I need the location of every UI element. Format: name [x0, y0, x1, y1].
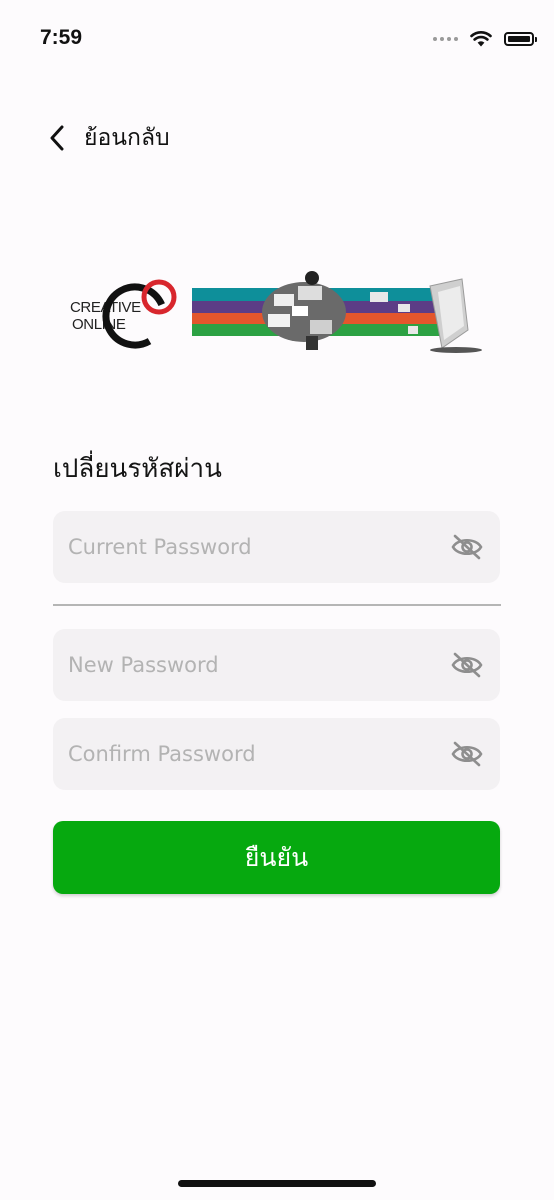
banner-image: CREATIVE ONLINE — [68, 270, 488, 362]
brand-logo-icon — [102, 279, 177, 349]
status-time: 7:59 — [40, 26, 83, 49]
confirm-password-input[interactable] — [68, 742, 450, 766]
eye-off-icon[interactable] — [450, 532, 484, 562]
confirm-button[interactable]: ยืนยัน — [53, 821, 500, 894]
banner-illustration — [192, 271, 482, 353]
new-password-field — [53, 629, 500, 701]
divider — [53, 604, 501, 606]
status-icons — [433, 30, 537, 47]
current-password-input[interactable] — [68, 535, 450, 559]
new-password-input[interactable] — [68, 653, 450, 677]
current-password-field — [53, 511, 500, 583]
chevron-left-icon — [50, 125, 64, 151]
back-label: ย้อนกลับ — [84, 125, 170, 151]
page-title: เปลี่ยนรหัสผ่าน — [53, 454, 222, 484]
eye-off-icon[interactable] — [450, 739, 484, 769]
battery-icon — [504, 31, 537, 46]
cellular-signal-icon — [433, 36, 458, 41]
home-indicator[interactable] — [178, 1180, 376, 1187]
eye-off-icon[interactable] — [450, 650, 484, 680]
status-bar: 7:59 — [0, 0, 554, 80]
confirm-password-field — [53, 718, 500, 790]
back-button[interactable]: ย้อนกลับ — [48, 118, 170, 158]
wifi-icon — [470, 31, 492, 47]
